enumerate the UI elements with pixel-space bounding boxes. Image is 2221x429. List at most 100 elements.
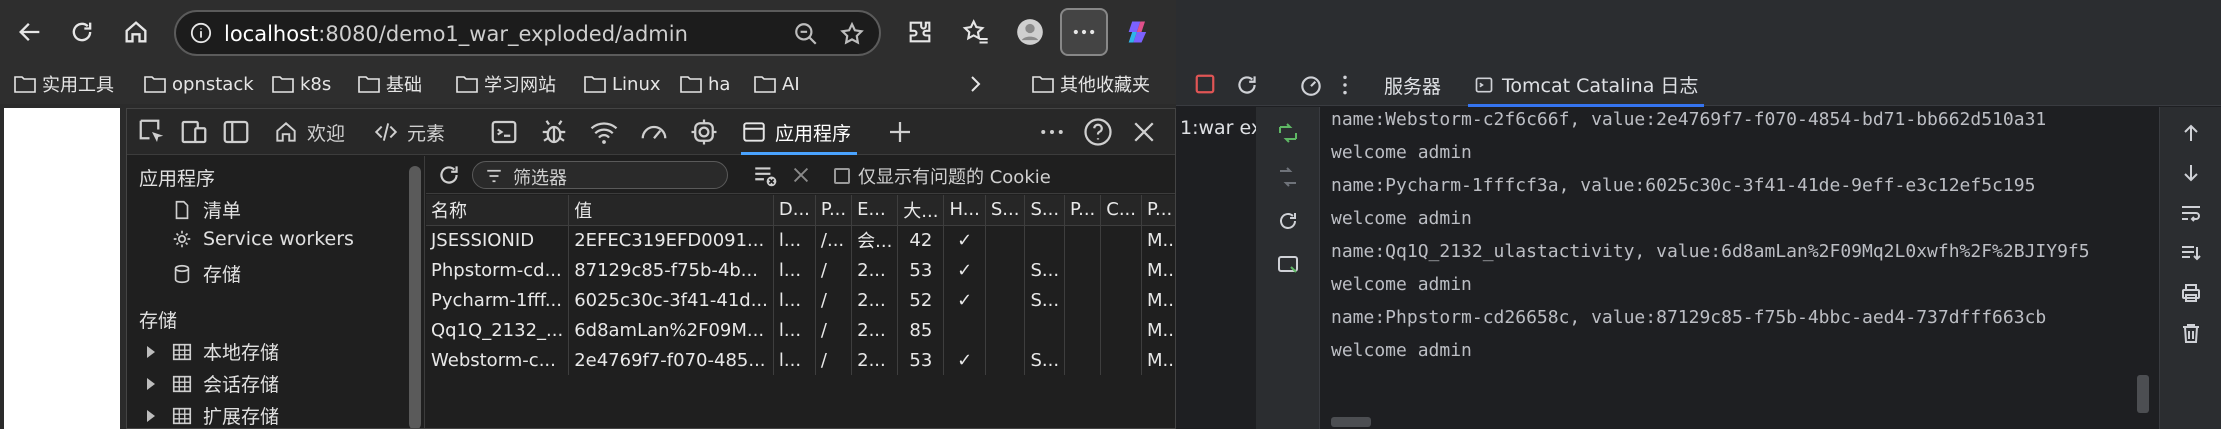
- column-header[interactable]: 名称: [426, 195, 570, 226]
- column-header[interactable]: P...: [815, 195, 853, 226]
- table-cell: M...: [1141, 255, 1175, 285]
- table-row[interactable]: Webstorm-c... 2e4769f7-f070-485... l... …: [426, 345, 1175, 375]
- table-cell: /...: [815, 225, 853, 255]
- sidebar-item-manifest[interactable]: 清单: [171, 196, 241, 223]
- refresh-icon[interactable]: [436, 162, 462, 188]
- close-icon[interactable]: [1129, 117, 1159, 147]
- update-arrows-icon[interactable]: [1276, 165, 1300, 189]
- checkbox-box[interactable]: [834, 168, 850, 184]
- gear-icon[interactable]: [689, 117, 719, 147]
- help-icon[interactable]: [1083, 117, 1113, 147]
- device-emulation-icon[interactable]: [179, 117, 209, 147]
- table-icon: [172, 343, 192, 360]
- table-cell: M...: [1141, 345, 1175, 375]
- copilot-icon: [1128, 21, 1147, 43]
- reload-button[interactable]: [58, 8, 106, 56]
- scroll-to-end-icon[interactable]: [2179, 241, 2203, 265]
- close-icon[interactable]: [790, 164, 812, 186]
- tab-elements[interactable]: 元素: [373, 109, 445, 155]
- soft-wrap-icon[interactable]: [2179, 201, 2203, 225]
- log-line: welcome admin: [1331, 340, 1472, 361]
- extensions-button[interactable]: [896, 8, 944, 56]
- table-row[interactable]: Qq1Q_2132_... 6d8amLan%2F09M... l... / 2…: [426, 315, 1175, 345]
- bookmark-folder[interactable]: 实用工具: [14, 70, 114, 98]
- table-row[interactable]: Phpstorm-cd... 87129c85-f75b-4b... l... …: [426, 255, 1175, 285]
- zoom-out-icon[interactable]: [793, 21, 819, 47]
- bookmark-folder[interactable]: 学习网站: [456, 70, 556, 98]
- print-icon[interactable]: [2179, 281, 2203, 305]
- column-header[interactable]: D...: [773, 195, 816, 226]
- chevron-right-icon[interactable]: [147, 377, 155, 390]
- bookmark-folder[interactable]: AI: [754, 70, 800, 98]
- column-header[interactable]: S...: [1024, 195, 1066, 226]
- deploy-arrow-icon[interactable]: [1276, 121, 1300, 145]
- arrow-up-icon[interactable]: [2179, 121, 2203, 145]
- vertical-more-icon[interactable]: [1332, 72, 1358, 98]
- console-vertical-scrollbar[interactable]: [2137, 375, 2149, 413]
- arrow-down-icon[interactable]: [2179, 161, 2203, 185]
- table-cell: ✓: [943, 285, 986, 315]
- more-menu-button[interactable]: [1060, 8, 1108, 56]
- bookmarks-overflow-button[interactable]: [964, 70, 986, 98]
- bookmark-folder[interactable]: opnstack: [144, 70, 254, 98]
- performance-icon[interactable]: [639, 117, 669, 147]
- chevron-right-icon[interactable]: [147, 409, 155, 422]
- only-issues-checkbox[interactable]: 仅显示有问题的 Cookie: [834, 163, 1051, 189]
- console-horizontal-scrollbar[interactable]: [1331, 417, 1371, 427]
- tab-welcome[interactable]: 欢迎: [273, 109, 345, 155]
- other-bookmarks-folder[interactable]: 其他收藏夹: [1032, 70, 1150, 98]
- bookmark-folder[interactable]: 基础: [358, 70, 422, 98]
- wifi-icon[interactable]: [589, 117, 619, 147]
- stop-icon[interactable]: [1194, 73, 1216, 95]
- dock-icon[interactable]: [221, 117, 251, 147]
- table-cell: [1100, 345, 1142, 375]
- home-button[interactable]: [112, 8, 160, 56]
- log-line: name:Phpstorm-cd26658c, value:87129c85-f…: [1331, 307, 2047, 328]
- column-header[interactable]: 值: [568, 195, 774, 226]
- sidebar-scrollbar[interactable]: [409, 166, 421, 428]
- inspect-icon[interactable]: [137, 117, 167, 147]
- column-header[interactable]: E...: [851, 195, 899, 226]
- favorite-star-icon[interactable]: [839, 21, 865, 47]
- profile-button[interactable]: [1006, 8, 1054, 56]
- column-header[interactable]: P...: [1141, 195, 1175, 226]
- address-bar[interactable]: localhost:8080/demo1_war_exploded/admin: [174, 10, 881, 56]
- sidebar-item-extension-storage[interactable]: 扩展存储: [147, 402, 279, 428]
- tab-tomcat-catalina-log[interactable]: Tomcat Catalina 日志: [1467, 71, 1705, 107]
- filter-input[interactable]: 筛选器: [472, 161, 728, 189]
- bookmark-folder[interactable]: ha: [680, 70, 730, 98]
- debug-icon[interactable]: [1276, 253, 1300, 277]
- trash-icon[interactable]: [2179, 321, 2203, 345]
- tab-services[interactable]: 服务器: [1384, 72, 1441, 99]
- column-header[interactable]: C...: [1100, 195, 1142, 226]
- back-button[interactable]: [6, 8, 54, 56]
- more-menu-icon[interactable]: [1037, 117, 1067, 147]
- cookie-name-cell: JSESSIONID: [426, 225, 570, 255]
- info-icon[interactable]: [190, 22, 212, 44]
- plus-icon[interactable]: [885, 117, 915, 147]
- performance-icon[interactable]: [1298, 72, 1324, 98]
- tab-application[interactable]: 应用程序: [741, 109, 858, 155]
- sidebar-item-session-storage[interactable]: 会话存储: [147, 370, 279, 397]
- sidebar-item-service-workers[interactable]: Service workers: [171, 228, 354, 250]
- table-header-row: 名称 值 D... P... E... 大... H... S... S... …: [426, 195, 1175, 226]
- column-header[interactable]: P...: [1064, 195, 1102, 226]
- copilot-button[interactable]: [1114, 8, 1162, 56]
- favorites-button[interactable]: [952, 8, 1000, 56]
- bookmark-folder[interactable]: Linux: [584, 70, 661, 98]
- sidebar-item-local-storage[interactable]: 本地存储: [147, 338, 279, 365]
- chevron-right-icon[interactable]: [147, 345, 155, 358]
- table-row[interactable]: Pycharm-1fff... 6025c30c-3f41-41d... l..…: [426, 285, 1175, 315]
- column-header[interactable]: H...: [943, 195, 986, 226]
- bug-icon[interactable]: [539, 117, 569, 147]
- console-icon[interactable]: [489, 117, 519, 147]
- column-header[interactable]: 大...: [897, 195, 945, 226]
- redeploy-icon[interactable]: [1276, 209, 1300, 233]
- console-output[interactable]: name:Webstorm-c2f6c66f, value:2e4769f7-f…: [1321, 107, 2159, 429]
- refresh-icon[interactable]: [1234, 72, 1260, 98]
- sidebar-item-storage[interactable]: 存储: [171, 260, 241, 287]
- bookmark-folder[interactable]: k8s: [272, 70, 331, 98]
- column-header[interactable]: S...: [985, 195, 1026, 226]
- clear-filtered-icon[interactable]: [752, 163, 778, 189]
- table-row[interactable]: JSESSIONID 2EFEC319EFD0091... l... /... …: [426, 225, 1175, 255]
